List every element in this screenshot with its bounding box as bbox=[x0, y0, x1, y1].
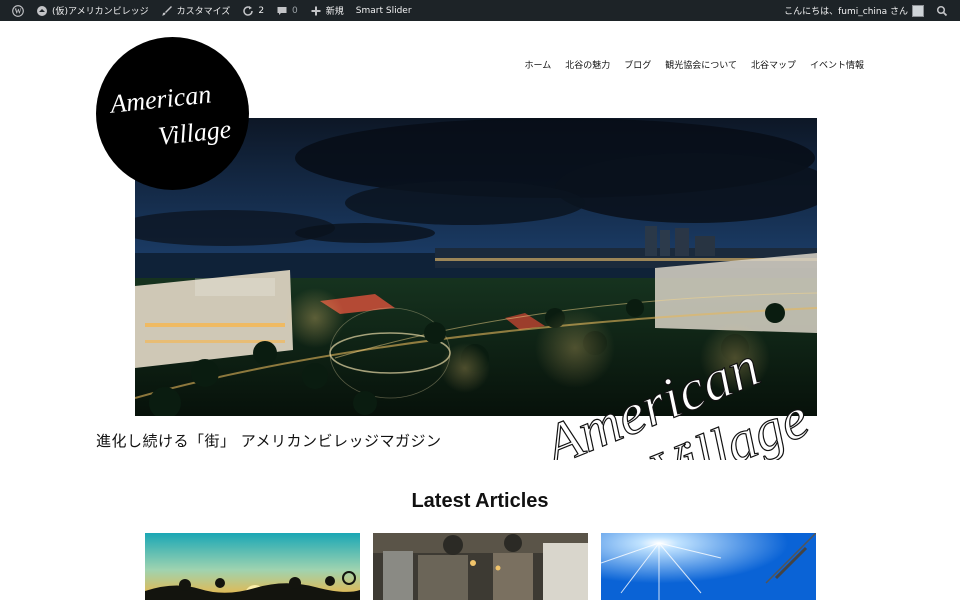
nav-item-charm[interactable]: 北谷の魅力 bbox=[565, 58, 610, 71]
search-icon bbox=[936, 5, 948, 17]
smart-slider-button[interactable]: Smart Slider bbox=[350, 0, 418, 21]
article-card-sky[interactable] bbox=[601, 533, 816, 600]
brush-icon bbox=[161, 5, 173, 17]
site-name-button[interactable]: (仮)アメリカンビレッジ bbox=[30, 0, 155, 21]
refresh-icon bbox=[242, 5, 254, 17]
account-button[interactable]: こんにちは、fumi_china さん bbox=[778, 0, 930, 21]
svg-text:W: W bbox=[15, 7, 22, 15]
nav-item-home[interactable]: ホーム bbox=[524, 58, 551, 71]
wordpress-logo-button[interactable]: W bbox=[6, 0, 30, 21]
admin-bar-right: こんにちは、fumi_china さん bbox=[778, 0, 954, 21]
smart-slider-label: Smart Slider bbox=[355, 5, 412, 16]
updates-button[interactable]: 2 bbox=[236, 0, 270, 21]
site-tagline: 進化し続ける「街」 アメリカンビレッジマガジン bbox=[96, 432, 442, 450]
admin-bar: W (仮)アメリカンビレッジ カスタマイズ 2 0 新規 Smart Slide… bbox=[0, 0, 960, 21]
customize-button[interactable]: カスタマイズ bbox=[155, 0, 237, 21]
comment-icon bbox=[276, 5, 288, 17]
comments-button[interactable]: 0 bbox=[270, 0, 304, 21]
nav-item-events[interactable]: イベント情報 bbox=[810, 58, 864, 71]
main-navigation: ホーム 北谷の魅力 ブログ 観光協会について 北谷マップ イベント情報 bbox=[524, 58, 864, 71]
admin-search-button[interactable] bbox=[930, 0, 954, 21]
article-thumbnail bbox=[145, 533, 360, 600]
nav-item-map[interactable]: 北谷マップ bbox=[751, 58, 796, 71]
site-logo[interactable]: American Village bbox=[96, 37, 249, 190]
site-name-label: (仮)アメリカンビレッジ bbox=[52, 7, 149, 17]
article-card-cafe[interactable] bbox=[373, 533, 588, 600]
nav-item-blog[interactable]: ブログ bbox=[624, 58, 651, 71]
avatar bbox=[912, 4, 924, 17]
greeting-label: こんにちは、fumi_china さん bbox=[784, 7, 908, 17]
article-thumbnail bbox=[601, 533, 816, 600]
admin-bar-left: W (仮)アメリカンビレッジ カスタマイズ 2 0 新規 Smart Slide… bbox=[6, 0, 418, 21]
article-card-sunset[interactable] bbox=[145, 533, 360, 600]
new-content-button[interactable]: 新規 bbox=[304, 0, 350, 21]
comments-count: 0 bbox=[292, 5, 298, 16]
plus-icon bbox=[310, 5, 322, 17]
wordpress-icon: W bbox=[12, 4, 24, 17]
latest-articles-list bbox=[145, 533, 816, 600]
customize-label: カスタマイズ bbox=[176, 7, 231, 17]
article-thumbnail bbox=[373, 533, 588, 600]
latest-articles-heading: Latest Articles bbox=[411, 490, 549, 512]
nav-item-about[interactable]: 観光協会について bbox=[665, 58, 737, 71]
home-icon bbox=[36, 5, 48, 17]
updates-count: 2 bbox=[258, 5, 265, 16]
new-label: 新規 bbox=[325, 7, 344, 17]
logo-line2: Village bbox=[157, 114, 233, 150]
logo-line1: American bbox=[107, 79, 213, 119]
